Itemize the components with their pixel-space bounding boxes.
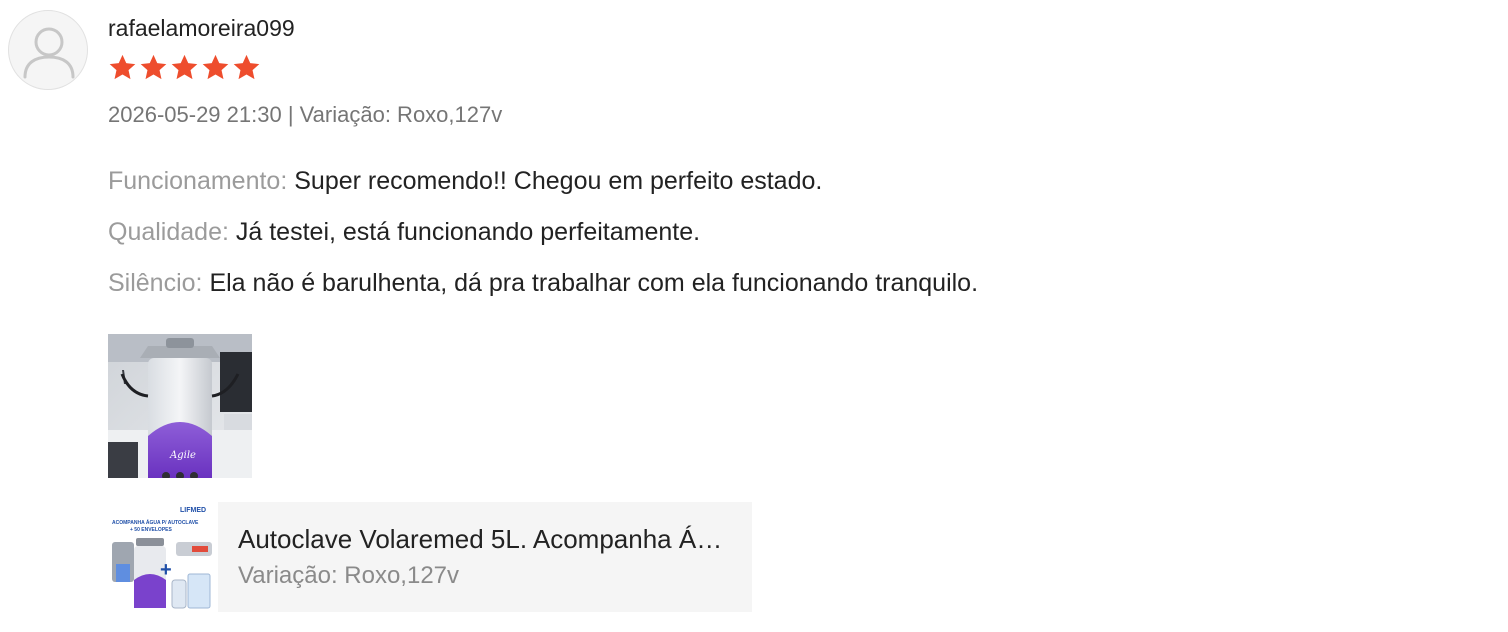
- star-icon: [109, 54, 136, 80]
- product-info: Autoclave Volaremed 5L. Acompanha Água D…: [218, 502, 752, 612]
- attribute-value: Super recomendo!! Chegou em perfeito est…: [294, 167, 823, 195]
- user-icon: [23, 27, 75, 79]
- attribute-label: Silêncio:: [108, 269, 203, 297]
- review-attribute-qualidade: Qualidade: Já testei, está funcionando p…: [108, 216, 700, 248]
- attribute-label: Funcionamento:: [108, 167, 288, 195]
- product-name[interactable]: Autoclave Volaremed 5L. Acompanha Água D…: [238, 522, 732, 556]
- attribute-label: Qualidade:: [108, 218, 229, 246]
- product-card[interactable]: LIFMED ACOMPANHA ÁGUA P/ AUTOCLAVE + 50 …: [108, 502, 752, 612]
- thumb-caption-1: ACOMPANHA ÁGUA P/ AUTOCLAVE: [112, 519, 199, 526]
- svg-text:+: +: [160, 559, 172, 581]
- autoclave-photo-icon: Agile: [108, 334, 252, 478]
- review-photo[interactable]: Agile: [108, 334, 252, 478]
- avatar[interactable]: [8, 10, 88, 90]
- star-icon: [140, 54, 167, 80]
- review-meta: 2026-05-29 21:30 | Variação: Roxo,127v: [108, 102, 503, 127]
- product-variation: Variação: Roxo,127v: [238, 562, 460, 589]
- svg-text:Agile: Agile: [169, 450, 196, 461]
- thumb-brand: LIFMED: [180, 507, 206, 514]
- star-icon: [171, 54, 198, 80]
- attribute-value: Ela não é barulhenta, dá pra trabalhar c…: [209, 269, 979, 297]
- star-icon: [202, 54, 229, 80]
- star-icon: [233, 54, 260, 80]
- review-username[interactable]: rafaelamoreira099: [108, 14, 295, 42]
- autoclave-product-icon: LIFMED ACOMPANHA ÁGUA P/ AUTOCLAVE + 50 …: [108, 502, 218, 612]
- thumb-caption-2: + 50 ENVELOPES: [130, 527, 172, 533]
- review-attribute-funcionamento: Funcionamento: Super recomendo!! Chegou …: [108, 165, 822, 197]
- rating-stars: [108, 53, 261, 82]
- product-thumbnail: LIFMED ACOMPANHA ÁGUA P/ AUTOCLAVE + 50 …: [108, 502, 218, 612]
- review-attribute-silencio: Silêncio: Ela não é barulhenta, dá pra t…: [108, 267, 978, 299]
- attribute-value: Já testei, está funcionando perfeitament…: [235, 218, 701, 246]
